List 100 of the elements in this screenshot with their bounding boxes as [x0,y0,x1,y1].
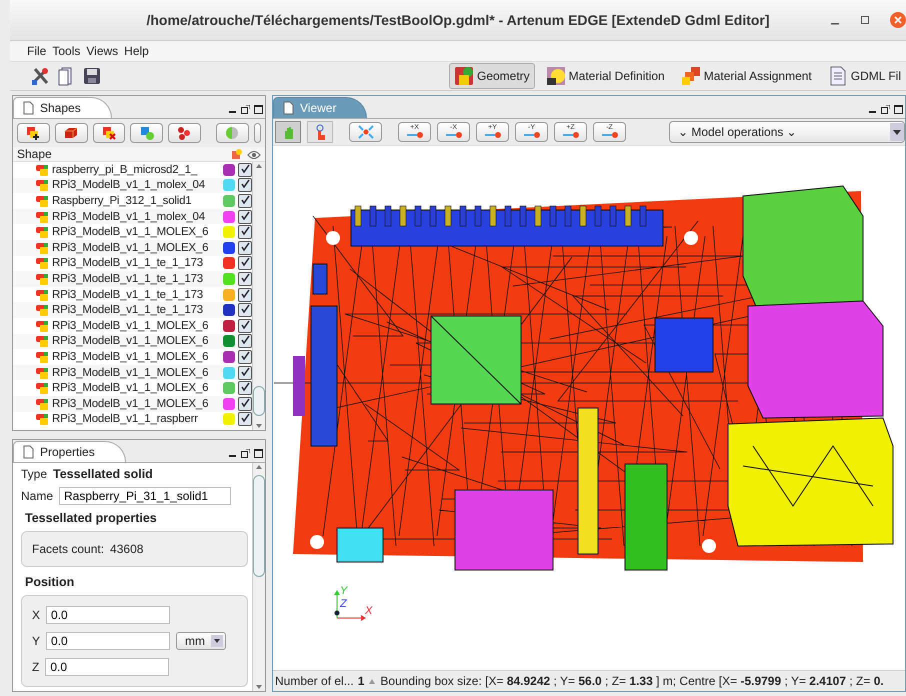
color-swatch[interactable] [223,257,235,270]
perspective-tab[interactable]: GDML Fil [822,63,906,89]
color-swatch[interactable] [223,288,235,301]
list-row[interactable]: RPi3_ModelB_v1_1_MOLEX_6 [13,318,252,334]
color-swatch[interactable] [223,335,235,348]
save-icon[interactable] [82,66,102,86]
shape-name: RPi3_ModelB_v1_1_MOLEX_6 [52,382,210,394]
menu-item[interactable]: Views [86,44,118,58]
shape-name: RPi3_ModelB_v1_1_MOLEX_6 [52,226,210,238]
visibility-checkbox[interactable] [238,334,252,348]
unit-dropdown[interactable]: mm [176,632,226,650]
fit-view-button[interactable] [349,122,382,142]
menu-item[interactable]: File [27,44,46,58]
visibility-checkbox[interactable] [238,381,252,396]
scroll-thumb[interactable] [253,475,265,577]
check-icon [240,382,250,392]
check-icon [240,398,250,408]
color-swatch[interactable] [223,366,235,379]
status-label: Number of el... [275,674,354,688]
list-row[interactable]: raspberry_pi_B_microsd2_1_ [13,162,252,178]
visibility-checkbox[interactable] [238,396,252,411]
maximize-icon[interactable] [860,15,870,25]
scrollbar[interactable] [252,463,265,691]
list-row[interactable]: RPi3_ModelB_v1_1_te_1_173 [13,256,252,272]
cube-icon [63,125,80,141]
detach-icon[interactable] [881,105,890,114]
color-swatch[interactable] [223,242,235,254]
color-swatch[interactable] [223,272,235,285]
panel-tab[interactable]: Shapes [13,97,112,118]
coordinate-field[interactable]: 0.0 [46,606,170,624]
perspective-tab[interactable]: Material Assignment [676,63,817,89]
color-swatch[interactable] [223,210,235,223]
type-value: Tessellated solid [53,467,153,481]
color-swatch[interactable] [223,164,235,176]
name-field[interactable]: Raspberry_Pi_31_1_solid1 [59,487,232,505]
list-row[interactable]: RPi3_ModelB_v1_1_MOLEX_6 [13,334,252,350]
check-icon [240,179,250,190]
list-row[interactable]: RPi3_ModelB_v1_1_MOLEX_6 [13,364,252,380]
menu-item[interactable]: Tools [52,44,80,58]
visibility-checkbox[interactable] [238,240,252,255]
visibility-checkbox[interactable] [238,303,252,318]
maximize-icon[interactable] [254,449,263,458]
detach-icon[interactable] [241,105,250,114]
list-row[interactable]: RPi3_ModelB_v1_1_MOLEX_6 [13,240,252,256]
scroll-down-icon[interactable] [255,422,263,430]
list-row[interactable]: RPi3_ModelB_v1_1_raspberr [13,412,252,428]
visibility-checkbox[interactable] [238,412,252,426]
visibility-checkbox[interactable] [238,272,252,286]
close-icon[interactable] [890,12,906,28]
list-row[interactable]: Raspberry_Pi_312_1_solid1 [13,193,252,209]
scrollbar[interactable] [252,162,265,430]
list-row[interactable]: RPi3_ModelB_v1_1_te_1_173 [13,271,252,287]
perspective-tab[interactable]: Material Definition [540,63,670,89]
operations-dropdown[interactable]: ⌄ Model operations ⌄ [669,121,905,143]
shape-icon [35,304,49,316]
visibility-checkbox[interactable] [238,210,252,224]
color-swatch[interactable] [223,320,235,332]
visibility-checkbox[interactable] [238,350,252,364]
coordinate-field[interactable]: 0.0 [45,658,170,676]
axis-arrows-icon [522,131,542,140]
color-swatch[interactable] [223,226,235,238]
menu-item[interactable]: Help [124,44,149,58]
visibility-checkbox[interactable] [238,256,252,270]
visibility-checkbox[interactable] [238,366,252,380]
maximize-icon[interactable] [254,105,263,114]
visibility-checkbox[interactable] [238,162,252,177]
mode-button[interactable] [307,121,333,143]
visibility-checkbox[interactable] [238,318,252,333]
list-row[interactable]: RPi3_ModelB_v1_1_molex_04 [13,178,252,194]
list-row[interactable]: RPi3_ModelB_v1_1_MOLEX_6 [13,349,252,365]
detach-icon[interactable] [241,449,250,458]
shape-name: RPi3_ModelB_v1_1_molex_04 [52,210,206,223]
check-icon [240,366,250,377]
list-row[interactable]: RPi3_ModelB_v1_1_molex_04 [13,208,252,224]
perspective-tab[interactable]: Geometry [448,63,535,89]
color-swatch[interactable] [223,413,235,426]
list-row[interactable]: RPi3_ModelB_v1_1_MOLEX_6 [13,380,252,396]
list-row[interactable]: RPi3_ModelB_v1_1_te_1_173 [13,302,252,318]
sphere-icon [224,125,240,141]
color-swatch[interactable] [223,398,235,410]
check-icon [240,194,250,205]
maximize-icon[interactable] [894,105,903,114]
scroll-down-icon[interactable] [255,683,263,691]
visibility-checkbox[interactable] [238,288,252,302]
visibility-checkbox[interactable] [238,194,252,208]
panel-tab[interactable]: Properties [13,441,126,462]
toolbar-button[interactable] [17,123,50,143]
color-swatch[interactable] [223,382,235,394]
scroll-thumb[interactable] [253,386,265,416]
shape-name: Raspberry_Pi_312_1_solid1 [52,194,192,207]
color-swatch[interactable] [223,194,235,207]
list-row[interactable]: RPi3_ModelB_v1_1_MOLEX_6 [13,396,252,412]
visibility-checkbox[interactable] [238,225,252,240]
tools-icon[interactable] [30,66,50,86]
color-swatch[interactable] [223,350,235,363]
visibility-checkbox[interactable] [238,178,252,192]
coordinate-field[interactable]: 0.0 [46,632,170,650]
color-swatch[interactable] [223,179,235,192]
color-swatch[interactable] [223,304,235,316]
list-row[interactable]: RPi3_ModelB_v1_1_MOLEX_6 [13,224,252,240]
